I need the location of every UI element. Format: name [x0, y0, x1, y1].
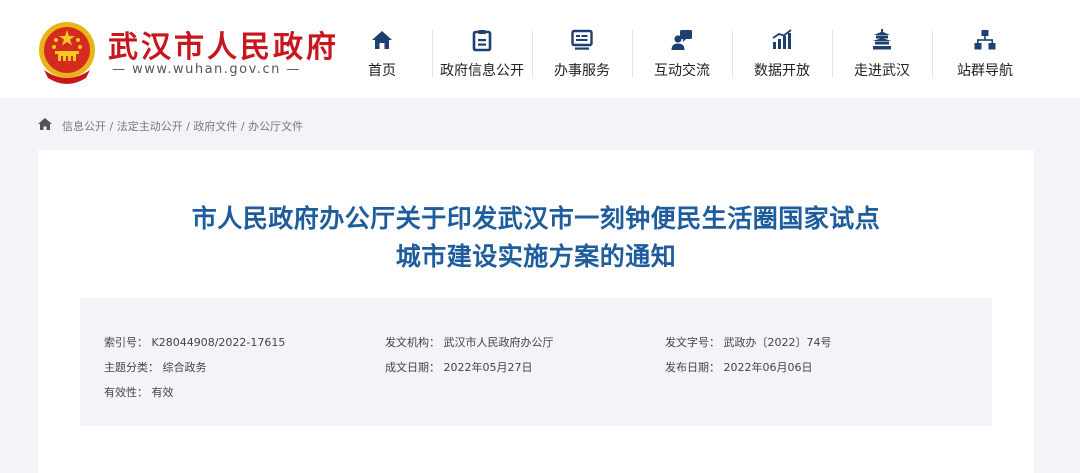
- meta-issuing-agency: 发文机构： 武汉市人民政府办公厅: [385, 336, 554, 349]
- nav-divider: [932, 30, 933, 78]
- meta-document-number: 发文字号： 武政办〔2022〕74号: [665, 336, 832, 349]
- nav-about-wuhan[interactable]: 走进武汉: [832, 28, 932, 88]
- sitemap-icon: [974, 30, 996, 50]
- nav-gov-info[interactable]: 政府信息公开: [432, 28, 532, 88]
- document-metadata: 索引号： K28044908/2022-17615 发文机构： 武汉市人民政府办…: [80, 298, 992, 426]
- home-icon: [372, 31, 392, 49]
- article-title-line: 城市建设实施方案的通知: [395, 242, 677, 271]
- meta-publish-date: 发布日期： 2022年06月06日: [665, 361, 813, 374]
- nav-services[interactable]: 办事服务: [532, 28, 632, 88]
- pavilion-icon: [872, 29, 892, 50]
- article-title-line: 市人民政府办公厅关于印发武汉市一刻钟便民生活圈国家试点: [191, 204, 881, 233]
- site-url: — www.wuhan.gov.cn —: [112, 62, 301, 77]
- nav-label: 办事服务: [554, 63, 610, 79]
- nav-label: 站群导航: [957, 63, 1013, 79]
- nav-open-data[interactable]: 数据开放: [732, 28, 832, 88]
- nav-interaction[interactable]: 互动交流: [632, 28, 732, 88]
- meta-topic-category: 主题分类： 综合政务: [104, 361, 207, 374]
- nav-site-group[interactable]: 站群导航: [935, 28, 1035, 88]
- nav-home[interactable]: 首页: [332, 28, 432, 88]
- nav-label: 互动交流: [654, 63, 710, 79]
- nav-label: 首页: [368, 63, 396, 79]
- nav-label: 政府信息公开: [440, 63, 524, 79]
- chat-icon: [671, 30, 692, 50]
- article-card: 市人民政府办公厅关于印发武汉市一刻钟便民生活圈国家试点 城市建设实施方案的通知 …: [38, 150, 1034, 473]
- breadcrumb-links[interactable]: 信息公开 / 法定主动公开 / 政府文件 / 办公厅文件: [62, 118, 303, 134]
- site-header: 武汉市人民政府 — www.wuhan.gov.cn — 首页 政府信息公开 办…: [0, 0, 1080, 98]
- site-name[interactable]: 武汉市人民政府: [108, 22, 339, 66]
- document-icon: [472, 30, 492, 52]
- national-emblem-icon[interactable]: [36, 20, 98, 84]
- nav-label: 数据开放: [754, 63, 810, 79]
- home-icon[interactable]: [38, 118, 52, 130]
- chart-icon: [772, 29, 792, 49]
- nav-label: 走进武汉: [854, 63, 910, 79]
- article-title: 市人民政府办公厅关于印发武汉市一刻钟便民生活圈国家试点 城市建设实施方案的通知: [38, 200, 1034, 276]
- meta-index-number: 索引号： K28044908/2022-17615: [104, 336, 286, 349]
- meta-validity: 有效性： 有效: [104, 386, 174, 399]
- meta-created-date: 成文日期： 2022年05月27日: [385, 361, 533, 374]
- service-icon: [571, 29, 593, 50]
